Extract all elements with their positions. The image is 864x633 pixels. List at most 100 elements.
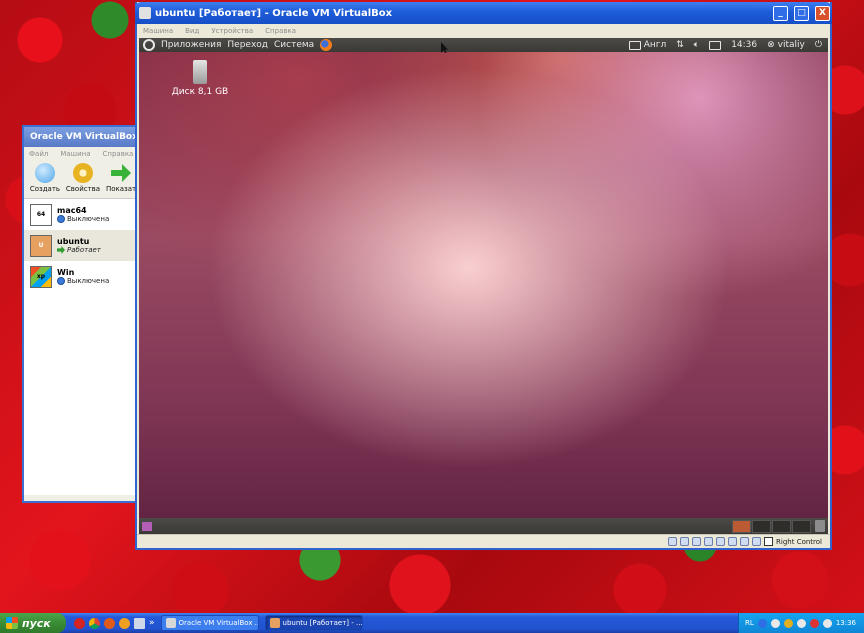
start-label: пуск — [22, 616, 51, 630]
create-button[interactable]: Создать — [28, 161, 62, 193]
task-label: Oracle VM VirtualBox ... — [178, 619, 259, 627]
vm-state-text: Работает — [67, 246, 101, 254]
mail-icon[interactable] — [709, 40, 722, 50]
host-key-icon — [764, 537, 774, 546]
virtualbox-icon — [165, 618, 176, 628]
browser-icon[interactable] — [104, 617, 115, 629]
network-adapter-icon[interactable] — [704, 537, 714, 546]
vm-statusbar: Right Control — [137, 534, 830, 548]
network-icon[interactable]: ⇅ — [676, 40, 684, 50]
menu-applications[interactable]: Приложения — [161, 40, 221, 50]
media-icon[interactable] — [119, 617, 130, 629]
volume-icon[interactable]: 🔈︎ — [694, 40, 699, 50]
close-button[interactable]: X — [815, 5, 830, 21]
safely-remove-icon[interactable] — [822, 618, 832, 628]
guest-screen[interactable]: Приложения Переход Система Англ ⇅ 🔈︎ 14:… — [139, 38, 828, 534]
vm-list: 64 mac64 Выключена U ubuntu Работает xp … — [24, 199, 138, 495]
start-button[interactable]: пуск — [0, 613, 66, 633]
firefox-icon[interactable] — [320, 39, 333, 51]
keyboard-layout-indicator[interactable]: Англ — [628, 40, 667, 50]
task-ubuntu-vm[interactable]: ubuntu [Работает] - ... — [264, 615, 363, 631]
volume-tray-icon[interactable] — [796, 618, 806, 628]
menu-help[interactable]: Справка — [103, 150, 134, 158]
workspace-3[interactable] — [772, 519, 791, 533]
show-button[interactable]: Показат — [104, 161, 138, 193]
show-desktop-icon[interactable] — [142, 521, 152, 531]
mac64-os-icon: 64 — [30, 203, 52, 226]
network-tray-icon[interactable] — [770, 618, 780, 628]
virtualbox-icon — [139, 7, 151, 19]
antivirus-icon[interactable] — [783, 618, 793, 628]
manager-toolbar: Создать Свойства Показат — [24, 161, 138, 199]
usb-disk-desktop-icon[interactable]: Диск 8,1 GB — [169, 60, 231, 97]
vm-window-ubuntu[interactable]: ubuntu [Работает] - Oracle VM VirtualBox… — [135, 2, 832, 550]
powered-off-icon — [57, 277, 65, 285]
usb-disk-label: Диск 8,1 GB — [171, 87, 229, 97]
menu-devices[interactable]: Устройства — [211, 27, 253, 35]
opera-icon[interactable] — [74, 617, 85, 629]
floppy-icon[interactable] — [692, 537, 702, 546]
workspace-switcher — [732, 519, 811, 533]
gnome-top-panel: Приложения Переход Система Англ ⇅ 🔈︎ 14:… — [139, 38, 828, 52]
create-icon — [34, 163, 55, 183]
task-virtualbox-manager[interactable]: Oracle VM VirtualBox ... — [160, 615, 259, 631]
cdrom-icon[interactable] — [680, 537, 690, 546]
maximize-button[interactable]: □ — [794, 5, 809, 21]
menu-help[interactable]: Справка — [265, 27, 296, 35]
shared-folders-icon[interactable] — [728, 537, 738, 546]
taskbar-clock[interactable]: 13:36 — [836, 619, 856, 627]
minimize-button[interactable]: _ — [773, 5, 788, 21]
user-icon: ⊗ — [767, 40, 775, 50]
keyboard-layout-label: Англ — [643, 40, 667, 50]
quick-launch-overflow[interactable]: » — [149, 618, 155, 628]
menu-machine[interactable]: Машина — [60, 150, 90, 158]
workspace-4[interactable] — [792, 519, 811, 533]
windows-logo-icon — [6, 617, 18, 629]
menu-machine[interactable]: Машина — [143, 27, 173, 35]
menu-file[interactable]: Файл — [29, 150, 48, 158]
user-menu[interactable]: ⊗ vitaliy — [767, 40, 805, 50]
vm-state: Работает — [57, 246, 101, 254]
guest-clock[interactable]: 14:36 — [731, 40, 757, 50]
task-label: ubuntu [Работает] - ... — [282, 619, 363, 627]
workspace-1[interactable] — [732, 519, 751, 533]
running-arrow-icon — [57, 246, 65, 254]
vm-titlebar[interactable]: ubuntu [Работает] - Oracle VM VirtualBox… — [135, 2, 832, 24]
menu-places[interactable]: Переход — [227, 40, 268, 50]
vm-item-win[interactable]: xp Win Выключена — [24, 261, 138, 292]
settings-label: Свойства — [65, 185, 101, 193]
manager-titlebar[interactable]: Oracle VM VirtualBox M — [24, 127, 138, 147]
menu-system[interactable]: Система — [274, 40, 314, 50]
vm-state: Выключена — [57, 215, 109, 223]
trash-icon[interactable] — [815, 520, 825, 532]
show-desktop-quick-icon[interactable] — [134, 617, 145, 629]
menu-view[interactable]: Вид — [185, 27, 199, 35]
vm-item-mac64[interactable]: 64 mac64 Выключена — [24, 199, 138, 230]
show-label: Показат — [105, 185, 137, 193]
hdd-icon[interactable] — [668, 537, 678, 546]
usb-icon[interactable] — [716, 537, 726, 546]
vm-state-text: Выключена — [67, 215, 110, 223]
power-icon[interactable]: ⏻ — [815, 40, 822, 50]
language-indicator[interactable]: RL — [745, 619, 754, 627]
settings-button[interactable]: Свойства — [66, 161, 100, 193]
chrome-icon[interactable] — [89, 617, 100, 629]
usb-drive-icon — [193, 60, 207, 84]
vm-state: Выключена — [57, 277, 109, 285]
keyboard-icon — [628, 40, 641, 50]
virtualization-icon[interactable] — [740, 537, 750, 546]
virtualbox-icon — [269, 618, 280, 628]
vm-state-text: Выключена — [67, 277, 110, 285]
create-label: Создать — [29, 185, 61, 193]
ubuntu-logo-icon[interactable] — [143, 39, 155, 51]
mouse-integration-icon[interactable] — [752, 537, 762, 546]
vm-item-ubuntu[interactable]: U ubuntu Работает — [24, 230, 138, 261]
update-icon[interactable] — [809, 618, 819, 628]
vm-menubar: Машина Вид Устройства Справка — [137, 24, 830, 38]
workspace-2[interactable] — [752, 519, 771, 533]
vm-name: mac64 — [57, 206, 87, 215]
virtualbox-manager-window[interactable]: Oracle VM VirtualBox M Файл Машина Справ… — [22, 125, 138, 503]
show-arrow-icon — [111, 164, 132, 182]
bluetooth-icon[interactable] — [757, 618, 767, 628]
winxp-os-icon: xp — [30, 265, 52, 288]
